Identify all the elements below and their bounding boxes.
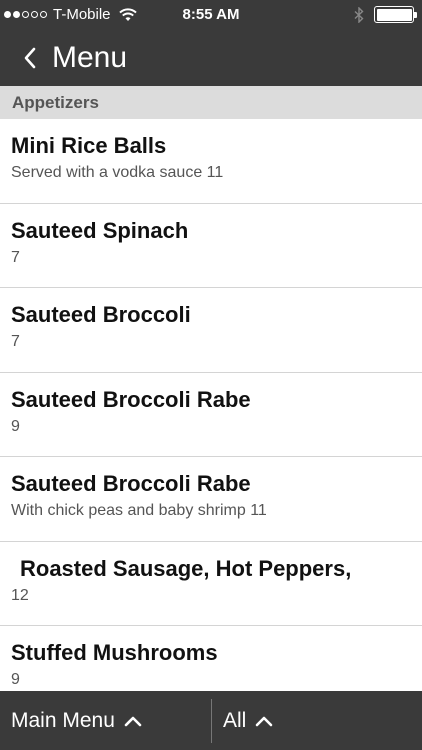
menu-item-name: Sauteed Spinach bbox=[11, 217, 189, 243]
page-title: Menu bbox=[52, 41, 128, 74]
menu-item[interactable]: Roasted Sausage, Hot Peppers, 12 bbox=[0, 541, 422, 626]
menu-list: Mini Rice Balls Served with a vodka sauc… bbox=[0, 119, 422, 691]
chevron-up-icon bbox=[256, 716, 273, 726]
filter-all-label: All bbox=[223, 708, 247, 732]
menu-item-description: Served with a vodka sauce 11 bbox=[11, 164, 224, 181]
battery-tip bbox=[414, 12, 417, 18]
menu-item-name: Sauteed Broccoli Rabe bbox=[11, 386, 251, 412]
main-menu-label: Main Menu bbox=[11, 708, 115, 732]
battery-fill bbox=[376, 8, 412, 21]
menu-item[interactable]: Sauteed Broccoli Rabe 9 bbox=[0, 372, 422, 457]
menu-item-description: 9 bbox=[11, 417, 20, 435]
battery-icon bbox=[374, 6, 417, 23]
menu-item-name: Sauteed Broccoli Rabe bbox=[11, 471, 251, 496]
menu-item[interactable]: Sauteed Spinach 7 bbox=[0, 203, 422, 288]
back-button[interactable]: Menu bbox=[0, 41, 127, 75]
chevron-up-icon bbox=[124, 716, 142, 726]
navigation-bar: Menu bbox=[0, 30, 422, 86]
bluetooth-icon bbox=[354, 6, 364, 23]
main-menu-button[interactable]: Main Menu bbox=[0, 691, 211, 750]
menu-item[interactable]: Sauteed Broccoli 7 bbox=[0, 288, 422, 373]
menu-item-name: Sauteed Broccoli bbox=[11, 302, 191, 327]
menu-item-description: With chick peas and baby shrimp 11 bbox=[11, 502, 267, 519]
section-header: Appetizers bbox=[0, 86, 422, 119]
menu-item-description: 12 bbox=[11, 586, 29, 604]
menu-item[interactable]: Stuffed Mushrooms 9 bbox=[0, 626, 422, 691]
bottom-toolbar: Main Menu All bbox=[0, 691, 422, 750]
menu-item[interactable]: Mini Rice Balls Served with a vodka sauc… bbox=[0, 119, 422, 204]
menu-item-name: Roasted Sausage, Hot Peppers, bbox=[20, 555, 352, 581]
menu-item-description: 7 bbox=[11, 333, 20, 350]
status-right bbox=[354, 6, 417, 23]
chevron-left-icon bbox=[24, 47, 36, 69]
menu-item[interactable]: Sauteed Broccoli Rabe With chick peas an… bbox=[0, 457, 422, 542]
menu-item-name: Mini Rice Balls bbox=[11, 133, 167, 158]
menu-item-name: Stuffed Mushrooms bbox=[11, 640, 218, 665]
menu-item-description: 9 bbox=[11, 671, 20, 688]
filter-all-button[interactable]: All bbox=[212, 691, 274, 750]
status-bar: T-Mobile 8:55 AM bbox=[0, 0, 422, 30]
menu-item-description: 7 bbox=[11, 248, 20, 266]
